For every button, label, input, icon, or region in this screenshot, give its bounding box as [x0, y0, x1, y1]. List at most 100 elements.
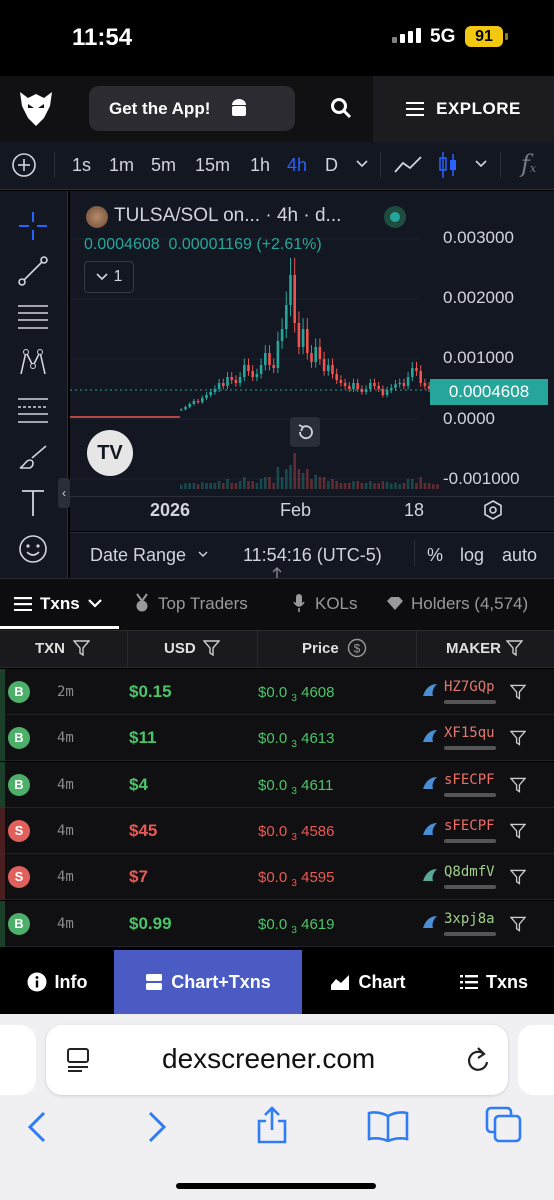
battery-icon: 91 — [465, 26, 508, 47]
volume-bar — [226, 479, 229, 489]
candle — [268, 353, 271, 365]
text-tool-icon[interactable] — [16, 486, 50, 520]
txn-maker[interactable]: 3xpj8a — [444, 911, 495, 927]
info-icon — [27, 972, 46, 992]
dexscreener-logo-icon[interactable] — [18, 88, 54, 128]
filter-icon[interactable] — [203, 640, 220, 656]
pair-title[interactable]: TULSA/SOL on... · 4h · d... — [114, 205, 341, 227]
legend-count: 1 — [113, 268, 123, 285]
candle — [217, 383, 221, 389]
col-maker[interactable]: MAKER — [446, 640, 501, 657]
fib-icon[interactable] — [16, 393, 50, 427]
candle — [301, 329, 305, 347]
reload-icon[interactable] — [465, 1046, 491, 1074]
table-row[interactable]: S 4m $7 $0.0 3 4595 Q8dmfV — [0, 854, 554, 901]
tab-top-traders[interactable]: Top Traders — [158, 594, 248, 614]
get-app-button[interactable]: Get the App! — [89, 86, 295, 131]
crosshair-icon[interactable] — [16, 209, 50, 243]
volume-bar — [201, 482, 204, 489]
percent-toggle[interactable]: % — [427, 545, 443, 566]
filter-icon[interactable] — [510, 684, 526, 700]
tradingview-logo-icon[interactable]: TV — [87, 430, 133, 476]
next-tab-peek[interactable] — [518, 1025, 554, 1095]
nav-chart-txns[interactable]: Chart+Txns — [114, 950, 302, 1014]
volume-bar — [280, 477, 284, 489]
timeframe-d[interactable]: D — [325, 155, 338, 176]
timeframe-1m[interactable]: 1m — [109, 155, 134, 176]
txn-maker[interactable]: HZ7GQp — [444, 679, 495, 695]
wallet-icon — [423, 869, 437, 882]
txn-maker[interactable]: XF15qu — [444, 725, 495, 741]
timeframe-1h[interactable]: 1h — [250, 155, 270, 176]
add-indicator-icon[interactable] — [11, 152, 37, 178]
txn-maker[interactable]: sFECPF — [444, 818, 495, 834]
legend-toggle-button[interactable]: 1 — [84, 261, 134, 293]
timeframe-5m[interactable]: 5m — [151, 155, 176, 176]
candle — [259, 365, 263, 374]
tab-holders[interactable]: Holders (4,574) — [411, 594, 528, 614]
nav-info[interactable]: Info — [0, 950, 114, 1014]
table-row[interactable]: B 4m $11 $0.0 3 4613 XF15qu — [0, 715, 554, 762]
table-row[interactable]: B 2m $0.15 $0.0 3 4608 HZ7GQp — [0, 669, 554, 715]
volume-bar — [184, 483, 187, 489]
share-icon[interactable] — [256, 1106, 288, 1144]
filter-icon[interactable] — [510, 823, 526, 839]
emoji-icon[interactable] — [16, 532, 50, 566]
table-row[interactable]: B 4m $0.99 $0.0 3 4619 3xpj8a — [0, 900, 554, 947]
col-price[interactable]: Price — [302, 640, 339, 657]
filter-icon[interactable] — [73, 640, 90, 656]
tabs-icon[interactable] — [485, 1106, 523, 1144]
volume-bar — [234, 483, 238, 489]
prev-tab-peek[interactable] — [0, 1025, 36, 1095]
filter-icon[interactable] — [510, 777, 526, 793]
filter-icon[interactable] — [510, 869, 526, 886]
auto-toggle[interactable]: auto — [502, 545, 537, 566]
nav-txns[interactable]: Txns — [434, 950, 554, 1014]
col-usd[interactable]: USD — [164, 640, 196, 657]
reader-icon[interactable] — [66, 1047, 92, 1073]
explore-button[interactable]: EXPLORE — [373, 76, 554, 142]
wallet-icon — [423, 684, 437, 696]
filter-icon[interactable] — [510, 916, 526, 932]
brush-icon[interactable] — [16, 440, 50, 474]
back-icon[interactable] — [26, 1110, 48, 1144]
table-row[interactable]: S 4m $45 $0.0 3 4586 sFECPF — [0, 807, 554, 854]
settings-icon[interactable] — [482, 499, 504, 521]
candle — [209, 392, 212, 395]
log-toggle[interactable]: log — [460, 545, 484, 566]
table-row[interactable]: B 4m $4 $0.0 3 4611 sFECPF — [0, 761, 554, 808]
volume-bar — [411, 479, 414, 489]
bookmarks-icon[interactable] — [367, 1110, 409, 1142]
volume-bar — [243, 477, 246, 489]
tab-kols[interactable]: KOLs — [315, 594, 358, 614]
pattern-icon[interactable] — [16, 346, 50, 380]
date-range-button[interactable]: Date Range — [90, 545, 186, 566]
col-txn[interactable]: TXN — [35, 640, 65, 657]
chart-clock[interactable]: 11:54:16 (UTC-5) — [243, 545, 382, 566]
filter-icon[interactable] — [510, 730, 526, 747]
txn-maker[interactable]: Q8dmfV — [444, 864, 495, 880]
txn-price: $0.0 3 4595 — [258, 869, 334, 889]
txn-maker[interactable]: sFECPF — [444, 772, 495, 788]
candles-icon[interactable] — [437, 150, 459, 180]
currency-toggle-icon[interactable]: $ — [347, 638, 367, 658]
timeframe-15m[interactable]: 15m — [195, 155, 230, 176]
chevron-down-icon[interactable] — [475, 160, 487, 168]
timeframe-4h[interactable]: 4h — [287, 155, 307, 176]
trend-line-icon[interactable] — [16, 254, 50, 288]
formula-icon[interactable]: fx — [521, 150, 536, 178]
forward-icon[interactable] — [146, 1110, 168, 1144]
horizontal-lines-icon[interactable] — [16, 300, 50, 334]
timeframe-1s[interactable]: 1s — [72, 155, 91, 176]
collapse-toolbar-handle[interactable]: ‹ — [58, 478, 70, 508]
candle — [356, 383, 359, 389]
url-text[interactable]: dexscreener.com — [162, 1043, 375, 1075]
tab-txns-label: Txns — [40, 594, 80, 613]
chevron-down-icon[interactable] — [356, 160, 368, 168]
line-chart-icon[interactable] — [393, 154, 423, 176]
search-icon[interactable] — [330, 97, 352, 119]
nav-chart[interactable]: Chart — [302, 950, 434, 1014]
menu-icon — [406, 102, 425, 116]
reset-chart-button[interactable] — [290, 417, 320, 447]
filter-icon[interactable] — [506, 640, 523, 656]
